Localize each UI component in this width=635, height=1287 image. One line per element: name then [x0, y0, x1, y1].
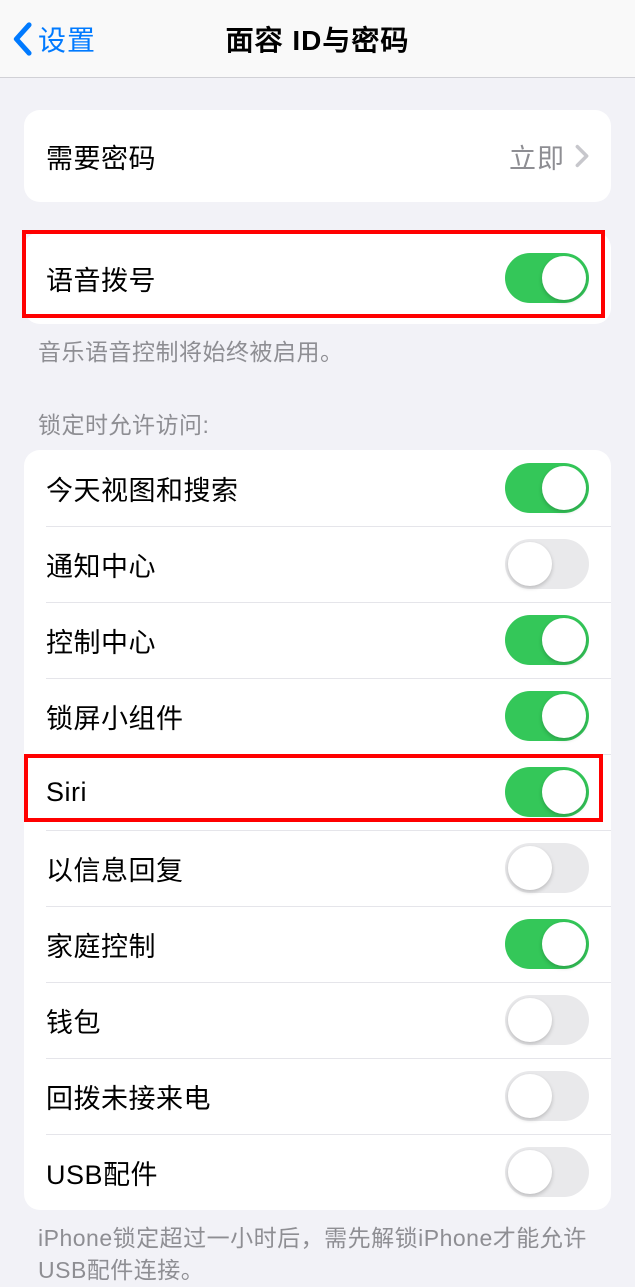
- chevron-right-icon: [575, 144, 589, 168]
- row-lock-item: 钱包: [24, 982, 611, 1058]
- row-lock-item: Siri: [24, 754, 611, 830]
- row-label: 回拨未接来电: [46, 1077, 211, 1116]
- toggle-lock-item[interactable]: [505, 919, 589, 969]
- toggle-lock-item[interactable]: [505, 463, 589, 513]
- toggle-knob: [542, 770, 586, 814]
- page-title: 面容 ID与密码: [226, 19, 410, 59]
- footer-usb: iPhone锁定超过一小时后，需先解锁iPhone才能允许USB配件连接。: [0, 1210, 635, 1286]
- toggle-lock-item[interactable]: [505, 539, 589, 589]
- row-lock-item: 以信息回复: [24, 830, 611, 906]
- row-label: USB配件: [46, 1153, 158, 1192]
- toggle-knob: [508, 542, 552, 586]
- toggle-lock-item[interactable]: [505, 691, 589, 741]
- row-label: 控制中心: [46, 621, 156, 660]
- toggle-knob: [542, 618, 586, 662]
- row-lock-item: 锁屏小组件: [24, 678, 611, 754]
- row-label: 需要密码: [46, 137, 156, 176]
- toggle-lock-item[interactable]: [505, 1147, 589, 1197]
- toggle-knob: [542, 922, 586, 966]
- row-lock-item: 家庭控制: [24, 906, 611, 982]
- row-lock-item: 今天视图和搜索: [24, 450, 611, 526]
- back-label: 设置: [38, 19, 96, 59]
- toggle-knob: [508, 998, 552, 1042]
- toggle-knob: [542, 694, 586, 738]
- group-lock-access: 今天视图和搜索通知中心控制中心锁屏小组件 Siri 以信息回复家庭控制钱包回拨未接来…: [24, 450, 611, 1210]
- row-lock-item: 控制中心: [24, 602, 611, 678]
- toggle-knob: [542, 466, 586, 510]
- row-label: 以信息回复: [46, 849, 184, 888]
- toggle-lock-item[interactable]: [505, 615, 589, 665]
- row-label: 语音拨号: [46, 259, 156, 298]
- toggle-knob: [542, 256, 586, 300]
- row-require-passcode[interactable]: 需要密码 立即: [24, 110, 611, 202]
- row-label: 钱包: [46, 1001, 101, 1040]
- row-lock-item: USB配件: [24, 1134, 611, 1210]
- row-label: 家庭控制: [46, 925, 156, 964]
- navbar: 设置 面容 ID与密码: [0, 0, 635, 78]
- footer-voice-dial: 音乐语音控制将始终被启用。: [0, 324, 635, 368]
- row-label: 今天视图和搜索: [46, 469, 239, 508]
- row-label: Siri: [46, 777, 87, 808]
- toggle-knob: [508, 1150, 552, 1194]
- row-value: 立即: [509, 137, 565, 176]
- toggle-knob: [508, 1074, 552, 1118]
- back-button[interactable]: 设置: [0, 19, 96, 59]
- toggle-knob: [508, 846, 552, 890]
- row-lock-item: 通知中心: [24, 526, 611, 602]
- row-lock-item: 回拨未接来电: [24, 1058, 611, 1134]
- toggle-lock-item[interactable]: [505, 843, 589, 893]
- row-label: 通知中心: [46, 545, 156, 584]
- group-voice-dial: 语音拨号: [24, 232, 611, 324]
- header-lock-access: 锁定时允许访问:: [0, 406, 635, 450]
- toggle-lock-item[interactable]: [505, 767, 589, 817]
- row-label: 锁屏小组件: [46, 697, 184, 736]
- toggle-voice-dial[interactable]: [505, 253, 589, 303]
- toggle-lock-item[interactable]: [505, 1071, 589, 1121]
- group-require-passcode: 需要密码 立即: [24, 110, 611, 202]
- row-voice-dial: 语音拨号: [24, 232, 611, 324]
- chevron-left-icon: [12, 22, 32, 56]
- toggle-lock-item[interactable]: [505, 995, 589, 1045]
